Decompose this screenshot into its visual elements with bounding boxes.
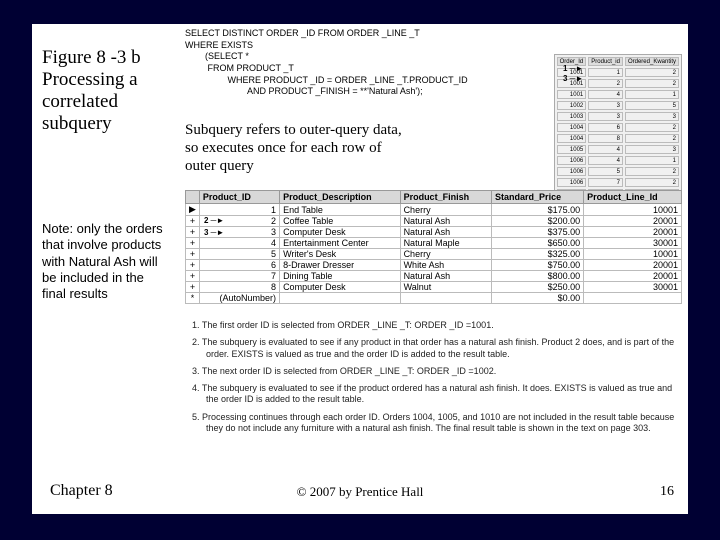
step-3: 3. The next order ID is selected from OR… [192, 366, 682, 377]
product-arrow-3: 3 ─► [204, 228, 224, 237]
step-4: 4. The subquery is evaluated to see if t… [192, 383, 682, 406]
note-text: Note: only the orders that involve produ… [42, 221, 167, 302]
step-5: 5. Processing continues through each ord… [192, 412, 682, 435]
product-table: Product_IDProduct_DescriptionProduct_Fin… [185, 190, 682, 304]
step-2: 2. The subquery is evaluated to see if a… [192, 337, 682, 360]
figure-title: Figure 8 -3 b Processing a correlated su… [42, 47, 172, 134]
product-arrow-2: 2 ─► [204, 216, 224, 225]
step-1: 1. The first order ID is selected from O… [192, 320, 682, 331]
processing-steps: 1. The first order ID is selected from O… [192, 320, 682, 440]
slide: Figure 8 -3 b Processing a correlated su… [32, 24, 688, 514]
footer-page: 16 [660, 484, 674, 500]
arrow-label-1: 1 ─► [563, 64, 583, 73]
arrow-label-3: 3 ─► [563, 74, 583, 83]
annotation-text: Subquery refers to outer-query data, so … [185, 121, 405, 175]
sql-code: SELECT DISTINCT ORDER _ID FROM ORDER _LI… [185, 28, 577, 98]
footer-copyright: © 2007 by Prentice Hall [32, 484, 688, 500]
